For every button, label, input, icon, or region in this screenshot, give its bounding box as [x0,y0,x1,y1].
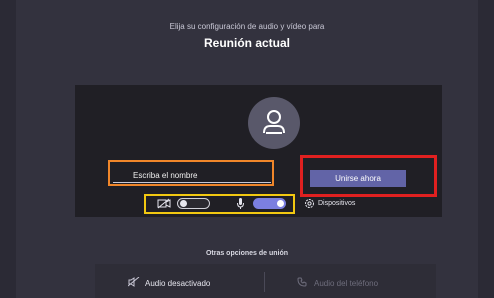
avatar [248,97,300,149]
setup-subtitle: Elija su configuración de audio y vídeo … [169,22,325,31]
name-input-highlight [108,160,274,186]
meeting-title: Reunión actual [203,36,290,50]
phone-audio-option[interactable]: Audio del teléfono [314,279,378,288]
other-join-options-title: Otras opciones de unión [205,250,289,257]
person-icon [263,110,285,134]
media-controls-highlight [144,194,295,214]
phone-icon [297,277,307,287]
options-divider [264,272,265,292]
devices-button[interactable]: Dispositivos [318,200,355,207]
gear-icon[interactable] [304,198,315,209]
join-button-highlight [300,155,437,197]
audio-off-option[interactable]: Audio desactivado [145,279,210,288]
speaker-off-icon [128,277,140,287]
